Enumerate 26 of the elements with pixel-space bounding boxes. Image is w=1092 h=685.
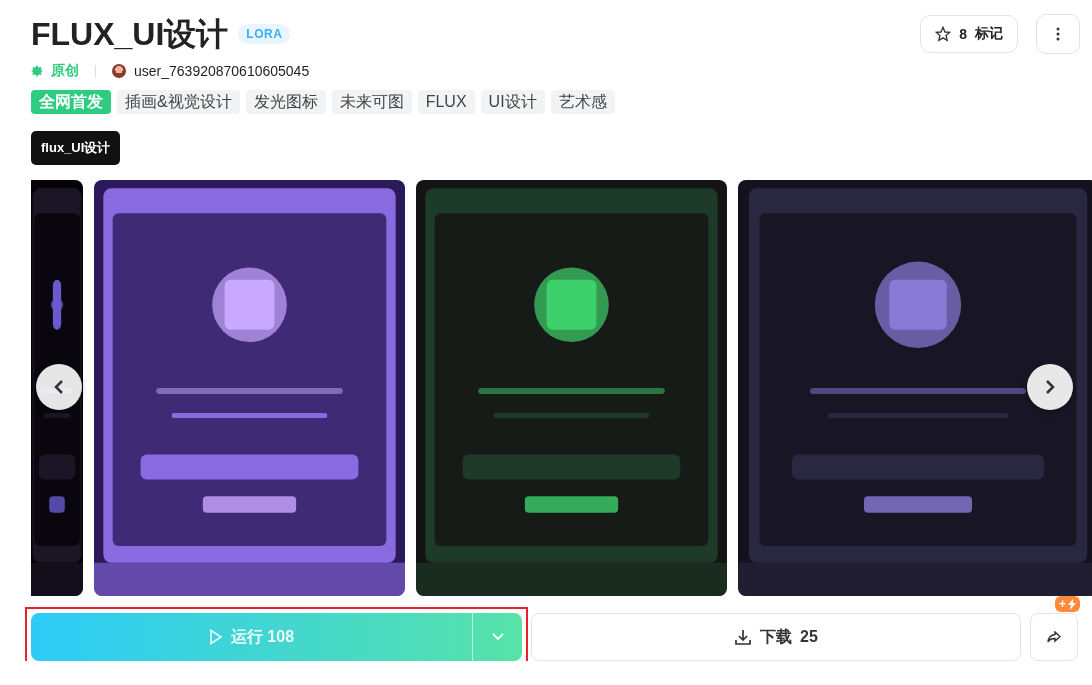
download-button[interactable]: 下载 25: [531, 613, 1021, 661]
avatar: [112, 64, 126, 78]
tag[interactable]: 插画&视觉设计: [117, 90, 240, 114]
bookmark-button[interactable]: 8 标记: [920, 15, 1018, 53]
origin-label: 原创: [51, 62, 79, 80]
chevron-left-icon: [54, 379, 64, 395]
tag[interactable]: 未来可图: [331, 90, 412, 114]
tag[interactable]: 艺术感: [550, 90, 615, 114]
play-icon: [208, 629, 223, 645]
lightning-icon: [1068, 598, 1076, 610]
tag[interactable]: FLUX: [417, 90, 475, 114]
reward-badge: +: [1055, 596, 1080, 612]
model-type-badge: LORA: [238, 24, 291, 44]
download-icon: [734, 628, 753, 646]
chevron-down-icon: [491, 633, 504, 641]
more-icon: [1056, 27, 1060, 41]
tag[interactable]: 发光图标: [245, 90, 326, 114]
author-name[interactable]: user_763920870610605045: [134, 63, 310, 79]
share-icon: [1047, 631, 1061, 643]
star-icon: [935, 26, 952, 42]
chevron-right-icon: [1045, 379, 1055, 395]
share-button[interactable]: [1030, 613, 1078, 661]
tag[interactable]: UI设计: [480, 90, 545, 114]
page-title: FLUX_UI设计: [31, 15, 229, 54]
badge-icon: [31, 65, 43, 77]
version-tab[interactable]: flux_UI设计: [31, 131, 121, 165]
